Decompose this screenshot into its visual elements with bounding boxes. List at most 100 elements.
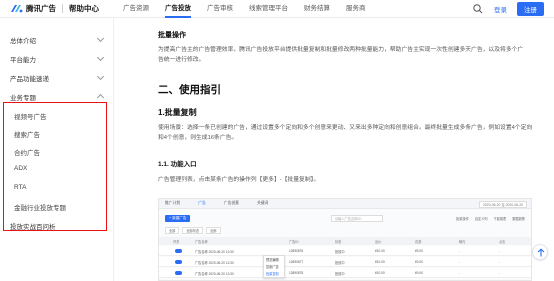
embedded-cell: 投放中 <box>335 250 345 254</box>
embedded-cell: 12890876 <box>289 249 304 253</box>
chevron-up-icon[interactable] <box>96 93 105 102</box>
embedded-col: 曝光 <box>459 239 466 244</box>
embedded-table-row: 广告名称 2020-06-20 12:30 12890876 投放中 ¥10.0… <box>159 246 531 256</box>
embedded-tab-creative: 广告创意 <box>223 201 239 205</box>
embedded-cell: ¥10.00 <box>375 249 385 253</box>
embedded-cell: ¥0.00 <box>415 249 423 253</box>
entry-heading: 1.1. 功能入口 <box>158 161 197 168</box>
embedded-date-range: 2020-06-20 至 2020-06-20 <box>479 201 527 208</box>
embedded-cell: - <box>499 260 501 264</box>
sidebar-subitem-adx[interactable]: ADX <box>14 165 27 172</box>
section-description: 为提高广告主的广告管理效率，腾讯广告投放平台提供批量复制和批量修改两种批量能力，… <box>158 47 524 63</box>
nav-item-ad-delivery[interactable]: 广告投放 <box>165 0 191 18</box>
embedded-more-menu: 预览编辑 复制广告 批量复制 <box>263 255 285 278</box>
sidebar-subitem-rta[interactable]: RTA <box>14 184 26 191</box>
embedded-tool: 自定义列 <box>474 217 488 221</box>
embedded-col: 出价 <box>375 239 382 244</box>
sidebar-item-overview[interactable]: 总体介绍 <box>10 35 36 45</box>
main-nav: 广告资源 广告投放 广告审核 线索管理平台 财务结算 服务商 <box>123 0 382 18</box>
embedded-cell: 12890877 <box>289 260 304 264</box>
embedded-menu-item: 复制广告 <box>266 265 279 269</box>
entry-description: 广告管理列表，点击某条广告的操作列【更多】-【批量复制】。 <box>158 177 320 183</box>
sidebar-subitem-contract-ads[interactable]: 合约广告 <box>14 147 40 157</box>
embedded-tool: 数据趋势 <box>512 217 525 221</box>
embedded-cell: 投放中 <box>335 261 345 265</box>
embedded-cell: 投放中 <box>335 272 345 276</box>
embedded-table-row: 广告名称 2020-06-20 12:30 12890877 投放中 ¥10.0… <box>159 257 531 267</box>
section-title: 批量操作 <box>158 32 186 39</box>
embedded-tab-bar: 推广计划 广告 广告创意 关键词 <box>159 199 531 209</box>
embedded-ad-list-screenshot: 推广计划 广告 广告创意 关键词 2020-06-20 至 2020-06-20… <box>158 198 532 281</box>
tencent-ads-logo-icon <box>11 5 23 13</box>
embedded-cell: - <box>499 271 501 275</box>
toggle-switch-icon <box>175 271 182 275</box>
embedded-filters: 全部 全部状态 全部 <box>165 227 224 234</box>
embedded-cell: - <box>459 271 461 275</box>
embedded-tab-campaign: 推广计划 <box>165 201 181 205</box>
sidebar-item-platform-capability[interactable]: 平台能力 <box>10 54 36 64</box>
embedded-cell: 12890878 <box>289 271 304 275</box>
toggle-switch-icon <box>175 260 182 264</box>
embedded-cell: ¥10.00 <box>375 271 385 275</box>
embedded-col: 状态 <box>335 239 342 244</box>
sidebar-subitem-finance-topic[interactable]: 金融行业投放专题 <box>14 202 66 212</box>
embedded-col: 广告ID <box>289 239 299 244</box>
article-content: 批量操作 为提高广告主的广告管理效率，腾讯广告投放平台提供批量复制和批量修改两种… <box>148 18 554 281</box>
embedded-col: 广告名称 <box>195 239 208 244</box>
embedded-cell: ¥0.00 <box>415 271 423 275</box>
nav-item-ad-resources[interactable]: 广告资源 <box>123 0 149 18</box>
header-actions: 登录 注册 <box>472 0 544 18</box>
embedded-new-ad-button: + 新建广告 <box>165 215 191 222</box>
search-icon[interactable] <box>472 3 484 15</box>
embedded-filter-chip: 全部 <box>165 227 180 234</box>
embedded-filter-chip: 全部状态 <box>182 227 204 234</box>
embedded-menu-item: 预览编辑 <box>266 258 279 262</box>
embedded-tool: 下载报表 <box>493 217 507 221</box>
back-to-top-button[interactable] <box>532 244 548 260</box>
sidebar: 总体介绍 平台能力 产品功能速递 业务专题 视频号广告 搜索广告 合约广告 AD… <box>0 18 114 281</box>
embedded-search-box: 请输入广告名称/ID <box>331 215 383 222</box>
chevron-down-icon[interactable] <box>96 53 105 62</box>
toggle-switch-icon <box>175 249 182 253</box>
nav-item-service-providers[interactable]: 服务商 <box>346 0 366 18</box>
sidebar-item-product-updates[interactable]: 产品功能速递 <box>10 73 49 83</box>
embedded-cell: - <box>499 249 501 253</box>
nav-item-leads-platform[interactable]: 线索管理平台 <box>249 0 288 18</box>
embedded-cell: - <box>459 249 461 253</box>
embedded-cell: 广告名称 2020-06-20 12:30 <box>195 250 234 254</box>
nav-item-finance[interactable]: 财务结算 <box>304 0 330 18</box>
sidebar-item-business-topics[interactable]: 业务专题 <box>10 92 36 102</box>
chevron-down-icon[interactable] <box>96 72 105 81</box>
embedded-cell: ¥10.00 <box>375 260 385 264</box>
embedded-cell: 广告名称 2020-06-20 12:30 <box>195 272 234 276</box>
arrow-up-icon <box>537 248 545 257</box>
sidebar-subitem-search-ads[interactable]: 搜索广告 <box>14 129 40 139</box>
brand-name: 腾讯广告 <box>26 4 56 13</box>
chevron-down-icon[interactable] <box>96 34 105 43</box>
batch-copy-heading: 1.批量复制 <box>158 108 197 117</box>
embedded-filter-chip: 全部 <box>206 227 221 234</box>
usage-guide-heading: 二、使用指引 <box>158 84 221 96</box>
login-link[interactable]: 登录 <box>494 4 507 14</box>
embedded-table-header: 开关 广告名称 广告ID 状态 出价 花费 曝光 点击 <box>159 237 531 245</box>
sidebar-item-practice-qa[interactable]: 投放实战百问析 <box>10 221 56 231</box>
brand-divider <box>62 4 63 13</box>
top-navigation-bar: 腾讯广告 帮助中心 广告资源 广告投放 广告审核 线索管理平台 财务结算 服务商… <box>0 0 554 18</box>
embedded-cell: 广告名称 2020-06-20 12:30 <box>195 261 234 265</box>
nav-item-ad-review[interactable]: 广告审核 <box>207 0 233 18</box>
embedded-tab-ad: 广告 <box>198 201 206 205</box>
embedded-col: 花费 <box>415 239 422 244</box>
sidebar-subitem-channels-ads[interactable]: 视频号广告 <box>14 111 47 121</box>
embedded-tool: 批量操作 <box>456 217 469 221</box>
register-button[interactable]: 注册 <box>517 2 544 16</box>
help-center-title[interactable]: 帮助中心 <box>69 3 99 14</box>
embedded-col: 点击 <box>499 239 506 244</box>
embedded-col: 开关 <box>173 239 180 244</box>
embedded-tab-keyword: 关键词 <box>256 201 269 205</box>
embedded-cell: - <box>459 260 461 264</box>
embedded-toolbar: 批量操作 自定义列 下载报表 数据趋势 <box>450 216 525 221</box>
brand-logo[interactable]: 腾讯广告 <box>10 3 56 14</box>
embedded-table-row: 广告名称 2020-06-20 12:30 12890878 投放中 ¥10.0… <box>159 268 531 278</box>
embedded-cell: ¥0.00 <box>415 260 423 264</box>
usage-scenario-text: 使用场景：选择一条已创建的广告，通过设置多个定向和多个创意来更动、又来出多种定向… <box>158 125 533 141</box>
